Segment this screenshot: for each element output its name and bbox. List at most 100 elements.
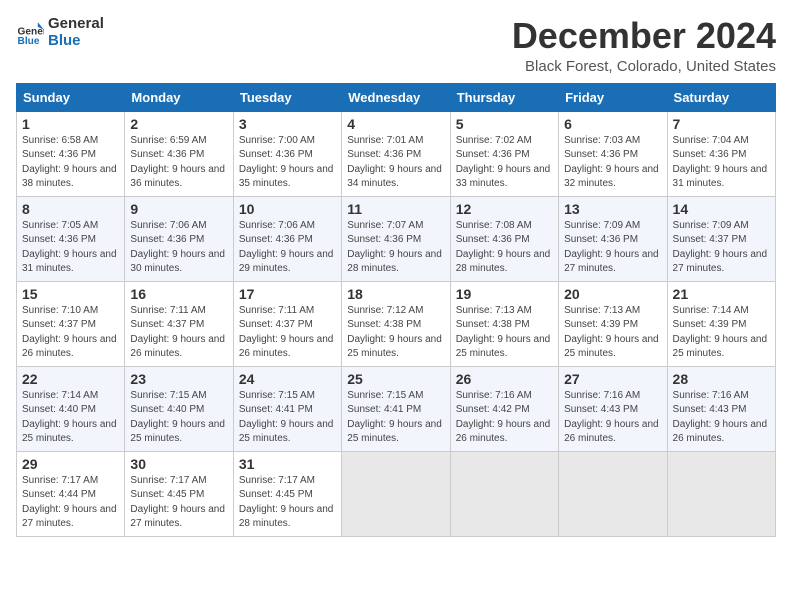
table-row: 16Sunrise: 7:11 AMSunset: 4:37 PMDayligh…: [125, 281, 233, 366]
table-row: 9 Sunrise: 7:06 AMSunset: 4:36 PMDaylight…: [125, 196, 233, 281]
day-info: Sunrise: 7:16 AMSunset: 4:43 PMDaylight:…: [673, 390, 768, 445]
day-number: 17: [239, 286, 336, 302]
day-number: 25: [347, 371, 444, 387]
table-row: 18Sunrise: 7:12 AMSunset: 4:38 PMDayligh…: [342, 281, 450, 366]
day-info: Sunrise: 6:59 AMSunset: 4:36 PMDaylight:…: [130, 135, 225, 190]
header: General Blue General Blue December 2024 …: [16, 16, 776, 75]
day-info: Sunrise: 7:07 AMSunset: 4:36 PMDaylight:…: [347, 220, 442, 275]
table-row: 22Sunrise: 7:14 AMSunset: 4:40 PMDayligh…: [17, 366, 125, 451]
day-info: Sunrise: 7:16 AMSunset: 4:43 PMDaylight:…: [564, 390, 659, 445]
col-saturday: Saturday: [667, 83, 775, 111]
table-row: 6 Sunrise: 7:03 AMSunset: 4:36 PMDaylight…: [559, 111, 667, 196]
calendar-row: 8 Sunrise: 7:05 AMSunset: 4:36 PMDaylight…: [17, 196, 776, 281]
svg-text:Blue: Blue: [18, 35, 40, 46]
day-info: Sunrise: 7:17 AMSunset: 4:44 PMDaylight:…: [22, 475, 117, 530]
table-row: [667, 451, 775, 536]
table-row: 8 Sunrise: 7:05 AMSunset: 4:36 PMDaylight…: [17, 196, 125, 281]
logo-text-blue: Blue: [48, 33, 104, 50]
table-row: 2 Sunrise: 6:59 AMSunset: 4:36 PMDaylight…: [125, 111, 233, 196]
table-row: 10 Sunrise: 7:06 AMSunset: 4:36 PMDayligh…: [233, 196, 341, 281]
table-row: 13 Sunrise: 7:09 AMSunset: 4:36 PMDayligh…: [559, 196, 667, 281]
day-info: Sunrise: 7:14 AMSunset: 4:39 PMDaylight:…: [673, 305, 768, 360]
day-info: Sunrise: 7:06 AMSunset: 4:36 PMDaylight:…: [130, 220, 225, 275]
calendar-header-row: Sunday Monday Tuesday Wednesday Thursday…: [17, 83, 776, 111]
table-row: 12 Sunrise: 7:08 AMSunset: 4:36 PMDayligh…: [450, 196, 558, 281]
day-number: 28: [673, 371, 770, 387]
day-number: 14: [673, 201, 770, 217]
day-number: 5: [456, 116, 553, 132]
day-info: Sunrise: 7:00 AMSunset: 4:36 PMDaylight:…: [239, 135, 334, 190]
generalblue-logo-icon: General Blue: [16, 19, 44, 47]
day-number: 6: [564, 116, 661, 132]
table-row: 31 Sunrise: 7:17 AMSunset: 4:45 PMDayligh…: [233, 451, 341, 536]
table-row: 26Sunrise: 7:16 AMSunset: 4:42 PMDayligh…: [450, 366, 558, 451]
table-row: 24Sunrise: 7:15 AMSunset: 4:41 PMDayligh…: [233, 366, 341, 451]
day-number: 24: [239, 371, 336, 387]
day-info: Sunrise: 7:15 AMSunset: 4:41 PMDaylight:…: [347, 390, 442, 445]
day-number: 29: [22, 456, 119, 472]
day-info: Sunrise: 7:11 AMSunset: 4:37 PMDaylight:…: [239, 305, 334, 360]
calendar-row: 22Sunrise: 7:14 AMSunset: 4:40 PMDayligh…: [17, 366, 776, 451]
day-number: 2: [130, 116, 227, 132]
table-row: 27 Sunrise: 7:16 AMSunset: 4:43 PMDayligh…: [559, 366, 667, 451]
table-row: 30 Sunrise: 7:17 AMSunset: 4:45 PMDayligh…: [125, 451, 233, 536]
day-info: Sunrise: 7:03 AMSunset: 4:36 PMDaylight:…: [564, 135, 659, 190]
logo-text-general: General: [48, 16, 104, 33]
calendar-row: 29 Sunrise: 7:17 AMSunset: 4:44 PMDayligh…: [17, 451, 776, 536]
day-info: Sunrise: 7:10 AMSunset: 4:37 PMDaylight:…: [22, 305, 117, 360]
day-number: 3: [239, 116, 336, 132]
day-info: Sunrise: 7:02 AMSunset: 4:36 PMDaylight:…: [456, 135, 551, 190]
col-friday: Friday: [559, 83, 667, 111]
day-info: Sunrise: 7:08 AMSunset: 4:36 PMDaylight:…: [456, 220, 551, 275]
day-number: 13: [564, 201, 661, 217]
day-info: Sunrise: 7:09 AMSunset: 4:37 PMDaylight:…: [673, 220, 768, 275]
month-title: December 2024: [512, 16, 776, 56]
col-wednesday: Wednesday: [342, 83, 450, 111]
day-number: 8: [22, 201, 119, 217]
day-info: Sunrise: 7:15 AMSunset: 4:40 PMDaylight:…: [130, 390, 225, 445]
day-number: 20: [564, 286, 661, 302]
day-number: 10: [239, 201, 336, 217]
calendar-table: Sunday Monday Tuesday Wednesday Thursday…: [16, 83, 776, 537]
table-row: 4Sunrise: 7:01 AMSunset: 4:36 PMDaylight…: [342, 111, 450, 196]
day-number: 23: [130, 371, 227, 387]
col-tuesday: Tuesday: [233, 83, 341, 111]
day-number: 21: [673, 286, 770, 302]
day-info: Sunrise: 7:16 AMSunset: 4:42 PMDaylight:…: [456, 390, 551, 445]
table-row: 14 Sunrise: 7:09 AMSunset: 4:37 PMDayligh…: [667, 196, 775, 281]
day-number: 30: [130, 456, 227, 472]
day-info: Sunrise: 7:13 AMSunset: 4:38 PMDaylight:…: [456, 305, 551, 360]
day-info: Sunrise: 7:17 AMSunset: 4:45 PMDaylight:…: [239, 475, 334, 530]
table-row: 28 Sunrise: 7:16 AMSunset: 4:43 PMDayligh…: [667, 366, 775, 451]
day-number: 9: [130, 201, 227, 217]
day-number: 27: [564, 371, 661, 387]
day-info: Sunrise: 7:13 AMSunset: 4:39 PMDaylight:…: [564, 305, 659, 360]
table-row: 19Sunrise: 7:13 AMSunset: 4:38 PMDayligh…: [450, 281, 558, 366]
table-row: [450, 451, 558, 536]
table-row: 23 Sunrise: 7:15 AMSunset: 4:40 PMDayligh…: [125, 366, 233, 451]
table-row: 17 Sunrise: 7:11 AMSunset: 4:37 PMDayligh…: [233, 281, 341, 366]
day-info: Sunrise: 7:05 AMSunset: 4:36 PMDaylight:…: [22, 220, 117, 275]
day-number: 31: [239, 456, 336, 472]
table-row: 3 Sunrise: 7:00 AMSunset: 4:36 PMDaylight…: [233, 111, 341, 196]
col-thursday: Thursday: [450, 83, 558, 111]
col-sunday: Sunday: [17, 83, 125, 111]
table-row: 21 Sunrise: 7:14 AMSunset: 4:39 PMDayligh…: [667, 281, 775, 366]
title-area: December 2024 Black Forest, Colorado, Un…: [512, 16, 776, 75]
day-info: Sunrise: 7:17 AMSunset: 4:45 PMDaylight:…: [130, 475, 225, 530]
day-number: 15: [22, 286, 119, 302]
table-row: [559, 451, 667, 536]
day-info: Sunrise: 7:06 AMSunset: 4:36 PMDaylight:…: [239, 220, 334, 275]
day-info: Sunrise: 7:04 AMSunset: 4:36 PMDaylight:…: [673, 135, 768, 190]
table-row: 25 Sunrise: 7:15 AMSunset: 4:41 PMDayligh…: [342, 366, 450, 451]
day-number: 12: [456, 201, 553, 217]
table-row: 1Sunrise: 6:58 AMSunset: 4:36 PMDaylight…: [17, 111, 125, 196]
day-info: Sunrise: 7:09 AMSunset: 4:36 PMDaylight:…: [564, 220, 659, 275]
calendar-row: 15 Sunrise: 7:10 AMSunset: 4:37 PMDayligh…: [17, 281, 776, 366]
day-info: Sunrise: 7:01 AMSunset: 4:36 PMDaylight:…: [347, 135, 442, 190]
day-info: Sunrise: 7:11 AMSunset: 4:37 PMDaylight:…: [130, 305, 225, 360]
day-info: Sunrise: 7:14 AMSunset: 4:40 PMDaylight:…: [22, 390, 117, 445]
logo: General Blue General Blue: [16, 16, 104, 49]
table-row: 29 Sunrise: 7:17 AMSunset: 4:44 PMDayligh…: [17, 451, 125, 536]
calendar-row: 1Sunrise: 6:58 AMSunset: 4:36 PMDaylight…: [17, 111, 776, 196]
